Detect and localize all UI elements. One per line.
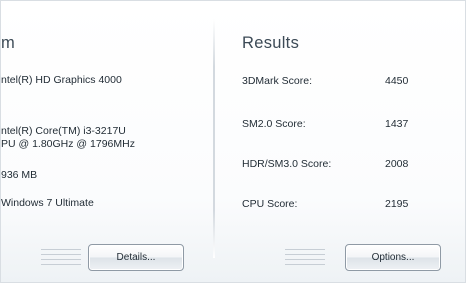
score-value-hdr-sm3: 2008	[385, 158, 409, 170]
score-label-3dmark: 3DMark Score:	[242, 75, 313, 87]
options-button[interactable]: Options...	[345, 244, 441, 271]
details-button[interactable]: Details...	[88, 244, 184, 271]
score-value-3dmark: 4450	[385, 75, 409, 87]
processor-info: ntel(R) Core(TM) i3-3217U PU @ 1.80GHz @…	[1, 125, 135, 151]
graphics-info: ntel(R) HD Graphics 4000	[1, 74, 122, 86]
results-heading: Results	[242, 34, 300, 52]
score-label-cpu: CPU Score:	[242, 198, 298, 210]
score-label-hdr-sm3: HDR/SM3.0 Score:	[242, 158, 332, 170]
processor-line-1: ntel(R) Core(TM) i3-3217U	[1, 125, 126, 137]
system-panel: m ntel(R) HD Graphics 4000 ntel(R) Core(…	[1, 1, 213, 282]
os-info: Windows 7 Ultimate	[1, 197, 94, 209]
results-window: m ntel(R) HD Graphics 4000 ntel(R) Core(…	[0, 0, 466, 283]
processor-line-2: PU @ 1.80GHz @ 1796MHz	[1, 138, 135, 150]
memory-info: 936 MB	[1, 169, 38, 181]
decorative-lines	[285, 247, 325, 267]
system-heading: m	[1, 34, 16, 52]
score-label-sm2: SM2.0 Score:	[242, 118, 306, 130]
decorative-lines	[41, 247, 81, 267]
score-value-cpu: 2195	[385, 198, 409, 210]
results-panel: Results 3DMark Score: 4450 SM2.0 Score: …	[215, 1, 465, 282]
score-value-sm2: 1437	[385, 118, 409, 130]
